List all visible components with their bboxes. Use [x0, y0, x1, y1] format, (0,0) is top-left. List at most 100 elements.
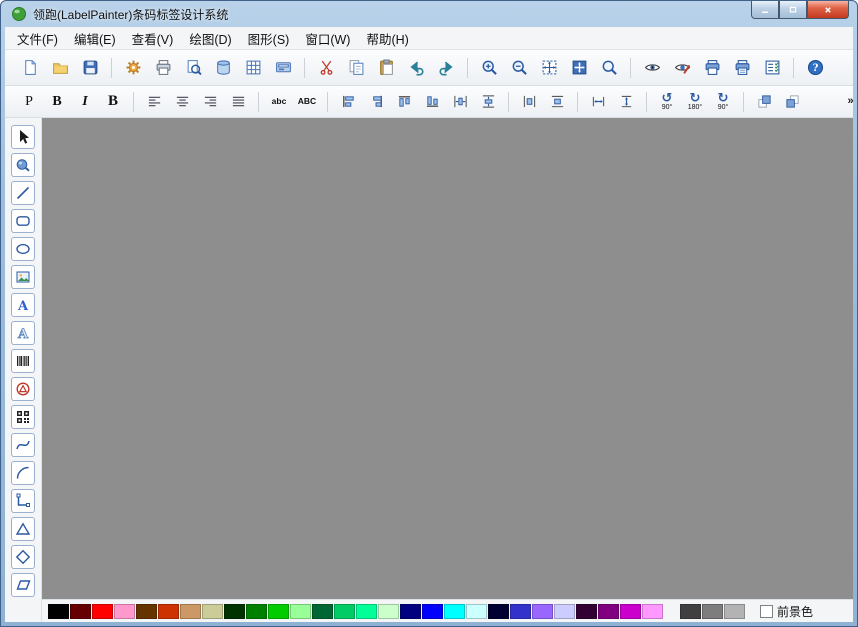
- align-right-button[interactable]: [198, 89, 223, 114]
- ellipse-tool[interactable]: [11, 237, 35, 261]
- maximize-button[interactable]: [779, 1, 807, 19]
- help-button[interactable]: ?: [802, 54, 829, 81]
- align-justify-button[interactable]: [226, 89, 251, 114]
- zoom-tool-button[interactable]: [596, 54, 623, 81]
- grid-button[interactable]: [240, 54, 267, 81]
- color-swatch[interactable]: [554, 603, 575, 619]
- lowercase-button[interactable]: abc: [267, 89, 292, 114]
- logo-tool[interactable]: [11, 377, 35, 401]
- page-center-vertical-button[interactable]: [545, 89, 570, 114]
- select-tool[interactable]: [11, 125, 35, 149]
- art-text-tool[interactable]: A: [11, 321, 35, 345]
- color-swatch[interactable]: [92, 603, 113, 619]
- line-tool[interactable]: [11, 181, 35, 205]
- color-swatch[interactable]: [510, 603, 531, 619]
- color-swatch[interactable]: [180, 603, 201, 619]
- italic-button[interactable]: I: [73, 89, 98, 114]
- print-button[interactable]: [150, 54, 177, 81]
- save-button[interactable]: [77, 54, 104, 81]
- copy-button[interactable]: [343, 54, 370, 81]
- color-swatch[interactable]: [400, 603, 421, 619]
- polyline-tool[interactable]: [11, 489, 35, 513]
- space-equal-horizontal-button[interactable]: [448, 89, 473, 114]
- color-swatch[interactable]: [158, 603, 179, 619]
- settings-button[interactable]: [120, 54, 147, 81]
- menu-help[interactable]: 帮助(H): [358, 27, 416, 51]
- color-swatch[interactable]: [246, 603, 267, 619]
- color-swatch[interactable]: [466, 603, 487, 619]
- align-objects-right-button[interactable]: [364, 89, 389, 114]
- image-tool[interactable]: [11, 265, 35, 289]
- fit-page-button[interactable]: [566, 54, 593, 81]
- foreground-color-swatch[interactable]: [760, 604, 773, 618]
- zoom-out-button[interactable]: [506, 54, 533, 81]
- menu-edit[interactable]: 编辑(E): [66, 27, 124, 51]
- color-swatch[interactable]: [422, 603, 443, 619]
- align-objects-left-button[interactable]: [336, 89, 361, 114]
- color-swatch[interactable]: [444, 603, 465, 619]
- open-button[interactable]: [47, 54, 74, 81]
- parallelogram-tool[interactable]: [11, 573, 35, 597]
- color-swatch[interactable]: [532, 603, 553, 619]
- title-bar[interactable]: 领跑(LabelPainter)条码标签设计系统: [1, 1, 857, 27]
- barcode-tool[interactable]: [11, 349, 35, 373]
- toolbar-overflow-chevron[interactable]: »: [846, 95, 855, 107]
- qrcode-tool[interactable]: [11, 405, 35, 429]
- color-swatch[interactable]: [312, 603, 333, 619]
- minimize-button[interactable]: [751, 1, 779, 19]
- bold-button[interactable]: B: [45, 89, 70, 114]
- color-swatch[interactable]: [202, 603, 223, 619]
- rounded-rect-tool[interactable]: [11, 209, 35, 233]
- redo-button[interactable]: [433, 54, 460, 81]
- edit-mode-button[interactable]: [669, 54, 696, 81]
- color-swatch[interactable]: [576, 603, 597, 619]
- align-objects-bottom-button[interactable]: [420, 89, 445, 114]
- color-swatch[interactable]: [488, 603, 509, 619]
- color-swatch[interactable]: [70, 603, 91, 619]
- print-current-button[interactable]: [699, 54, 726, 81]
- gray-swatch[interactable]: [724, 603, 745, 619]
- align-center-button[interactable]: [170, 89, 195, 114]
- menu-window[interactable]: 窗口(W): [297, 27, 358, 51]
- triangle-tool[interactable]: [11, 517, 35, 541]
- print-preview-button[interactable]: [180, 54, 207, 81]
- color-swatch[interactable]: [620, 603, 641, 619]
- arc-tool[interactable]: [11, 461, 35, 485]
- database-button[interactable]: [210, 54, 237, 81]
- equal-height-button[interactable]: [614, 89, 639, 114]
- color-swatch[interactable]: [268, 603, 289, 619]
- print-batch-button[interactable]: [729, 54, 756, 81]
- bring-to-front-button[interactable]: [752, 89, 777, 114]
- color-swatch[interactable]: [290, 603, 311, 619]
- cut-button[interactable]: [313, 54, 340, 81]
- label-printer-button[interactable]: [270, 54, 297, 81]
- color-swatch[interactable]: [136, 603, 157, 619]
- menu-view[interactable]: 查看(V): [124, 27, 182, 51]
- zoom-in-button[interactable]: [476, 54, 503, 81]
- curve-tool[interactable]: [11, 433, 35, 457]
- menu-draw[interactable]: 绘图(D): [181, 27, 239, 51]
- align-objects-top-button[interactable]: [392, 89, 417, 114]
- rotate-180-button[interactable]: ↻ 180°: [683, 89, 708, 114]
- page-center-horizontal-button[interactable]: [517, 89, 542, 114]
- fit-window-button[interactable]: [536, 54, 563, 81]
- color-swatch[interactable]: [642, 603, 663, 619]
- color-swatch[interactable]: [48, 603, 69, 619]
- align-left-button[interactable]: [142, 89, 167, 114]
- color-swatch[interactable]: [598, 603, 619, 619]
- gray-swatch[interactable]: [702, 603, 723, 619]
- new-button[interactable]: [17, 54, 44, 81]
- color-swatch[interactable]: [224, 603, 245, 619]
- rotate-left-90-button[interactable]: ↺ 90°: [655, 89, 680, 114]
- text-tool[interactable]: A: [11, 293, 35, 317]
- diamond-tool[interactable]: [11, 545, 35, 569]
- print-task-button[interactable]: [759, 54, 786, 81]
- menu-file[interactable]: 文件(F): [9, 27, 66, 51]
- close-button[interactable]: [807, 1, 849, 19]
- paste-button[interactable]: [373, 54, 400, 81]
- color-swatch[interactable]: [356, 603, 377, 619]
- color-swatch[interactable]: [334, 603, 355, 619]
- black-bold-button[interactable]: B: [101, 89, 126, 114]
- view-mode-button[interactable]: [639, 54, 666, 81]
- rotate-tool[interactable]: [11, 153, 35, 177]
